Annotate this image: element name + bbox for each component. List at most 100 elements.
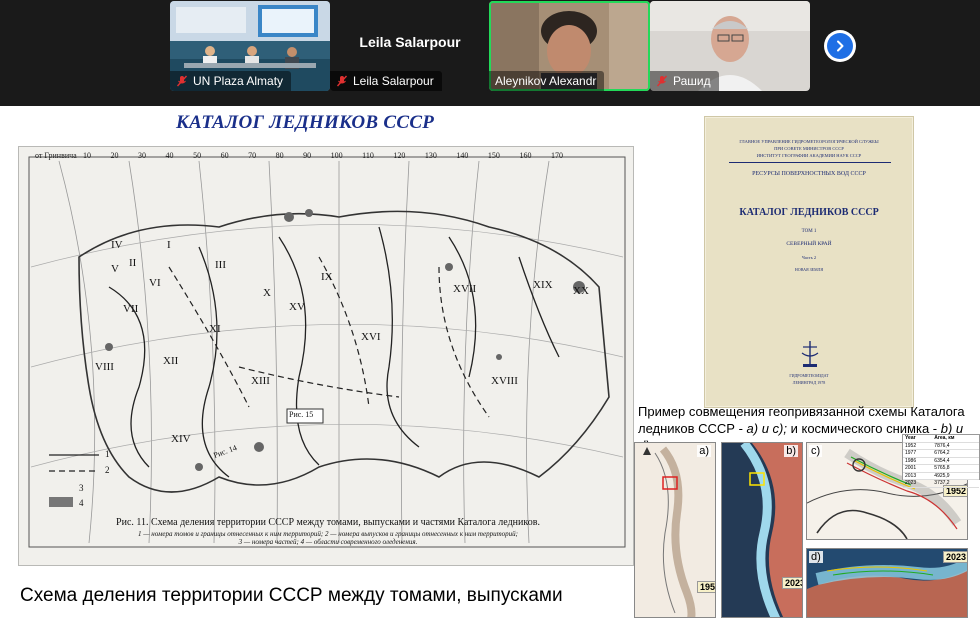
table-header-cell: Area, км	[932, 435, 979, 443]
region-label: XX	[573, 285, 589, 297]
map-inset-label: Рис. 15	[289, 410, 314, 419]
publisher-emblem-icon	[801, 341, 819, 367]
participant-tile-active-speaker[interactable]: Aleynikov Alexandr	[489, 1, 650, 91]
table-cell: 1986	[903, 457, 933, 465]
panel-letter: b)	[784, 445, 798, 457]
region-label: VIII	[95, 361, 114, 373]
slide-caption: Схема деления территории СССР между тома…	[20, 585, 563, 606]
example-panel-d: d) 2023	[806, 548, 968, 618]
table-cell: 1952	[903, 442, 933, 450]
region-label: III	[215, 259, 226, 271]
participant-display-name: Leila Salarpour	[359, 34, 461, 50]
table-row: 1986 6354,4	[903, 457, 979, 465]
table-cell: 3737,2	[932, 479, 979, 488]
region-label: X	[263, 287, 271, 299]
participant-name: Aleynikov Alexandr	[495, 74, 597, 88]
region-label: I	[167, 239, 171, 251]
participant-tile-rashid[interactable]: Рашид	[650, 1, 810, 91]
glacier-area-table: Year Area, км 1952 7876,4 1977 6764,2 1986…	[902, 434, 980, 488]
meridian-label: 160	[519, 151, 532, 160]
meridian-label: 60	[220, 151, 229, 160]
book-publisher: ГИДРОМЕТЕОИЗДАТ	[789, 373, 829, 378]
participant-label: Aleynikov Alexandr	[489, 71, 605, 91]
book-header-2: ПРИ СОВЕТЕ МИНИСТРОВ СССР	[774, 146, 844, 151]
panel-letter: c)	[809, 445, 823, 457]
table-cell: 4925,9	[932, 472, 979, 480]
panel-year: 2023	[782, 577, 802, 589]
catalog-division-map: от Гринвича 10 20 30 40 50 60 70 80 90 1…	[18, 146, 634, 566]
panel-letter: a)	[697, 445, 711, 457]
region-label: IV	[111, 239, 123, 251]
meridian-label: 80	[275, 151, 284, 160]
table-cell: 1977	[903, 449, 933, 458]
panel-b-satellite	[722, 443, 802, 617]
mic-muted-icon	[656, 75, 668, 87]
table-cell: 6764,2	[932, 449, 979, 458]
map-top-label: от Гринвича	[35, 151, 77, 160]
map-meridian-labels: 10 20 30 40 50 60 70 80 90 100 110 120 1…	[83, 151, 563, 160]
catalog-book-cover: ГЛАВНОЕ УПРАВЛЕНИЕ ГИДРОМЕТЕОРОЛОГИЧЕСКО…	[704, 116, 914, 408]
participant-name: UN Plaza Almaty	[193, 74, 284, 88]
table-row: 1952 7876,4	[903, 442, 979, 450]
region-label: XVII	[453, 283, 477, 295]
table-row: 1977 6764,2	[903, 449, 979, 458]
meridian-label: 100	[330, 151, 343, 160]
table-header-row: Year Area, км	[903, 435, 979, 443]
region-label: VII	[123, 303, 139, 315]
example-panel-a: a) 1952	[634, 442, 716, 618]
book-subtitle: НОВАЯ ЗЕМЛЯ	[794, 267, 824, 272]
region-label: XIV	[171, 433, 191, 445]
table-row: 2023 3737,2	[903, 479, 979, 488]
table-header-cell: Year	[903, 435, 933, 443]
table-row: 2013 4925,9	[903, 472, 979, 480]
meridian-label: 140	[456, 151, 469, 160]
meridian-label: 40	[165, 151, 174, 160]
book-series: РЕСУРСЫ ПОВЕРХНОСТНЫХ ВОД СССР	[752, 171, 866, 177]
participant-label: UN Plaza Almaty	[170, 71, 292, 91]
book-region: СЕВЕРНЫЙ КРАЙ	[786, 241, 832, 247]
table-cell: 2001	[903, 464, 933, 473]
meridian-label: 120	[393, 151, 406, 160]
region-label: XVI	[361, 331, 381, 343]
panel-year: 2023	[943, 551, 967, 563]
book-rule	[729, 162, 891, 163]
region-label: II	[129, 257, 137, 269]
book-header-1: ГЛАВНОЕ УПРАВЛЕНИЕ ГИДРОМЕТЕОРОЛОГИЧЕСКО…	[739, 139, 879, 144]
example-panel-b: b) 2023	[721, 442, 803, 618]
book-header-3: ИНСТИТУТ ГЕОГРАФИИ АКАДЕМИИ НАУК СССР	[756, 153, 862, 158]
panel-letter: d)	[809, 551, 823, 563]
area-table: Year Area, км 1952 7876,4 1977 6764,2 1986…	[903, 435, 979, 488]
region-label: XVIII	[491, 375, 518, 387]
region-label: XIII	[251, 375, 270, 387]
region-label: IX	[321, 271, 333, 283]
meridian-label: 10	[83, 151, 91, 160]
participant-label: Рашид	[650, 71, 719, 91]
participant-label: Leila Salarpour	[330, 71, 442, 91]
figure-caption-line-2: 1 — номера томов и границы отнесенных к …	[138, 530, 518, 538]
table-cell: 2023	[903, 479, 933, 488]
slide-title: КАТАЛОГ ЛЕДНИКОВ СССР	[176, 112, 435, 133]
meridian-label: 70	[248, 151, 257, 160]
figure-caption-line-3: 3 — номера частей; 4 — области современн…	[238, 538, 418, 546]
meridian-label: 30	[138, 151, 147, 160]
example-text-1-em: a) и c);	[746, 421, 791, 436]
figure-caption-line-1: Рис. 11. Схема деления территории СССР м…	[116, 517, 540, 528]
region-label: VI	[149, 277, 161, 289]
table-cell: 7876,4	[932, 442, 979, 450]
meridian-label: 50	[193, 151, 202, 160]
region-label: XIX	[533, 279, 553, 291]
book-city: ЛЕНИНГРАД 1978	[792, 380, 826, 385]
map-drawing	[28, 156, 626, 548]
table-cell: 2013	[903, 472, 933, 480]
participant-tile-room[interactable]: UN Plaza Almaty	[170, 1, 330, 91]
legend-number: 2	[105, 465, 110, 475]
mic-muted-icon	[176, 75, 188, 87]
next-button-face	[827, 33, 853, 59]
panel-year: 1952	[697, 581, 715, 593]
table-row: 2001 5765,8	[903, 464, 979, 473]
legend-number: 3	[79, 483, 84, 493]
participant-tile-leila[interactable]: Leila Salarpour Leila Salarpour	[330, 1, 490, 91]
legend-number: 1	[105, 449, 110, 459]
table-cell: 5765,8	[932, 464, 979, 473]
next-participants-button[interactable]	[824, 30, 856, 62]
